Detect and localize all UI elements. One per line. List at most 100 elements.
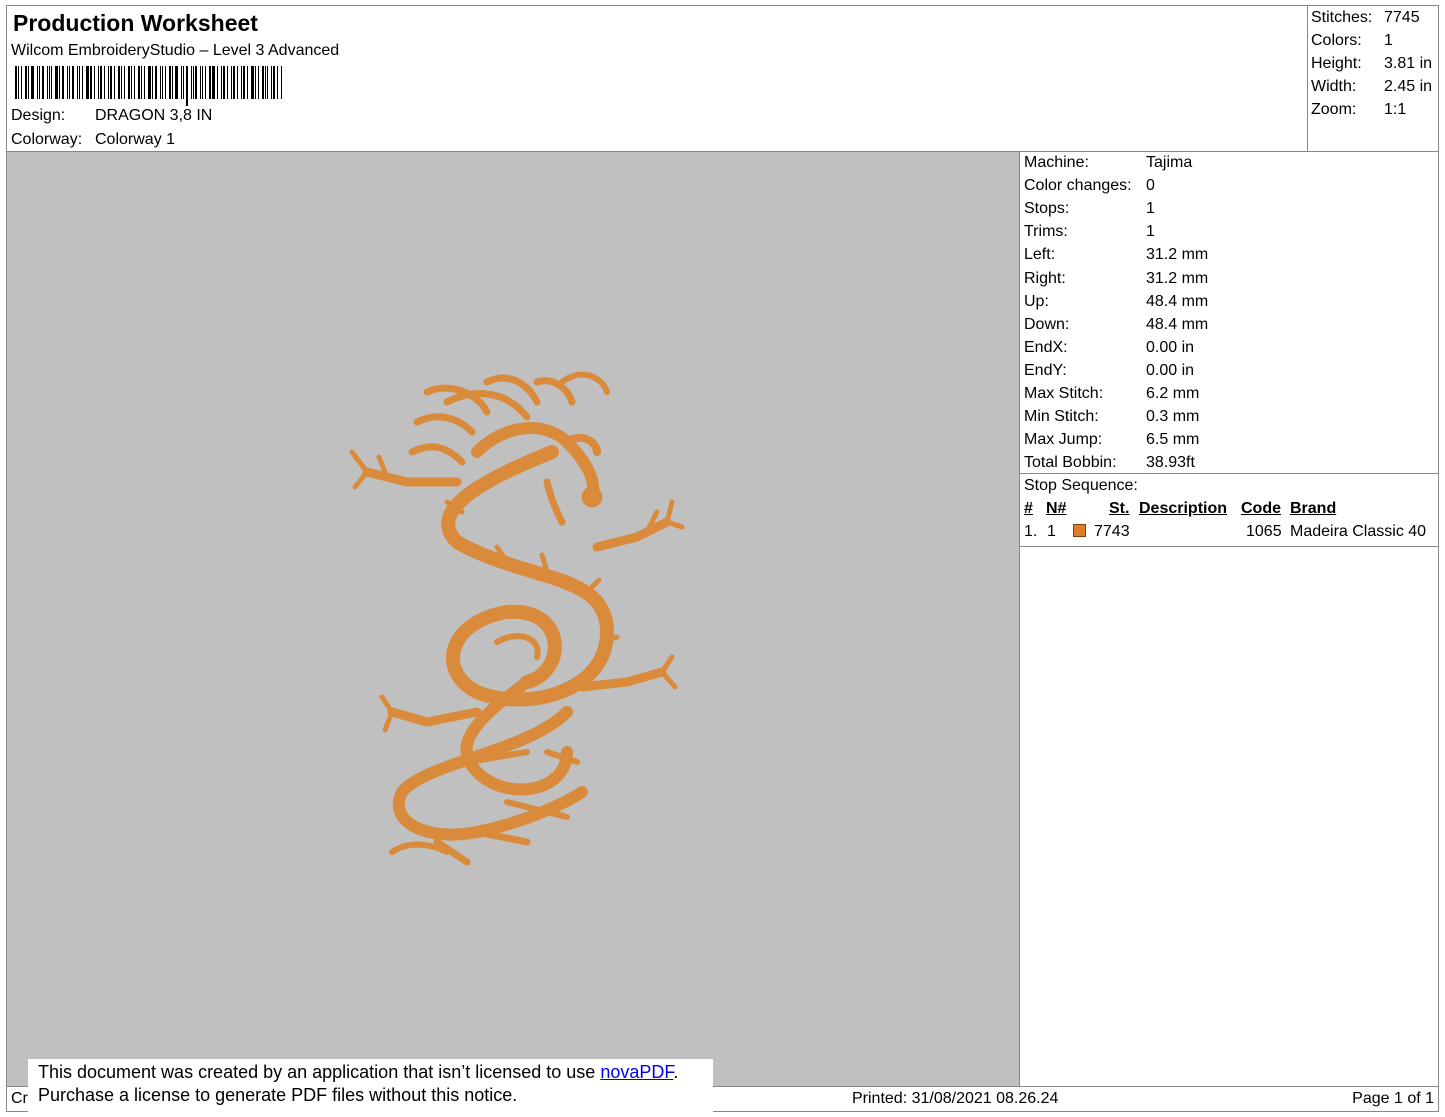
colorway-label: Colorway: xyxy=(11,131,83,148)
barcode-bar xyxy=(246,66,248,99)
row-stitches: 7743 xyxy=(1094,523,1130,540)
machine-stat-value: 1 xyxy=(1146,200,1155,218)
row-index: 1. xyxy=(1024,523,1038,540)
summary-value: 7745 xyxy=(1384,9,1420,26)
barcode-bar xyxy=(121,66,123,99)
barcode-bar xyxy=(164,66,166,99)
barcode-bar xyxy=(97,66,99,99)
machine-stat-label: Stops: xyxy=(1024,200,1070,218)
barcode-bar xyxy=(171,66,173,99)
barcode-bar xyxy=(69,66,71,99)
barcode-bar xyxy=(86,66,89,99)
barcode-bar xyxy=(17,66,19,99)
machine-stat-value: 31.2 mm xyxy=(1146,269,1209,287)
machine-stat-label: Machine: xyxy=(1024,154,1089,171)
barcode-bar xyxy=(148,66,152,99)
machine-stat-label: Left: xyxy=(1024,246,1056,264)
summary-label: Colors: xyxy=(1311,32,1362,49)
barcode-bar xyxy=(113,66,115,99)
summary-value: 1 xyxy=(1384,32,1393,49)
stop-sequence: Stop Sequence: # N# St. Description Code… xyxy=(1020,473,1439,547)
summary-label: Zoom: xyxy=(1311,101,1357,118)
barcode-bar xyxy=(89,66,92,99)
barcode-bar xyxy=(131,66,133,99)
summary-label: Height: xyxy=(1311,55,1362,72)
barcode-bar xyxy=(20,66,22,99)
barcode-bar xyxy=(182,66,184,99)
machine-stat-label: Total Bobbin: xyxy=(1024,454,1117,472)
machine-stat-value: 48.4 mm xyxy=(1146,315,1209,333)
machine-stat-label: Down: xyxy=(1024,315,1070,333)
machine-stat-label: Trims: xyxy=(1024,223,1068,241)
design-value: DRAGON 3,8 IN xyxy=(95,107,213,124)
barcode-bar xyxy=(15,66,17,99)
machine-stat-row: Machine: Tajima xyxy=(1024,154,1192,172)
machine-stat-row: Trims: 1 xyxy=(1024,223,1155,241)
barcode-bar xyxy=(267,66,269,99)
machine-stat-value: 6.2 mm xyxy=(1146,385,1200,402)
barcode-bar xyxy=(82,66,84,99)
machine-stat-row: Up: 48.4 mm xyxy=(1024,292,1208,311)
barcode-bar xyxy=(212,66,216,99)
barcode-bar xyxy=(152,66,154,99)
barcode-bar xyxy=(271,66,273,99)
barcode-bar xyxy=(223,66,226,99)
barcode-bar xyxy=(261,66,264,99)
barcode-bar xyxy=(185,66,188,106)
machine-stat-row: Max Stitch: 6.2 mm xyxy=(1024,385,1199,403)
barcode-bar xyxy=(30,66,34,99)
machine-stat-row: Color changes: 0 xyxy=(1024,177,1155,195)
summary-value: 2.45 in xyxy=(1384,78,1433,95)
license-notice: This document was created by an applicat… xyxy=(28,1059,713,1113)
summary-row: Width: 2.45 in xyxy=(1311,78,1432,96)
barcode-bar xyxy=(236,66,238,99)
barcode-bar xyxy=(277,66,279,99)
machine-stat-label: Color changes: xyxy=(1024,177,1132,195)
barcode-bar xyxy=(168,66,171,99)
barcode-bar xyxy=(159,66,161,99)
barcode-bar xyxy=(41,66,44,99)
machine-stat-row: Down: 48.4 mm xyxy=(1024,315,1208,334)
barcode-bar xyxy=(117,66,121,99)
machine-stat-value: 48.4 mm xyxy=(1146,292,1209,310)
barcode-bar xyxy=(205,66,207,99)
machine-stat-label: Min Stitch: xyxy=(1024,408,1099,426)
thread-color-swatch xyxy=(1073,524,1086,537)
software-name: Wilcom EmbroideryStudio – Level 3 Advanc… xyxy=(11,42,340,59)
barcode-bar xyxy=(138,66,141,99)
barcode-bar xyxy=(180,66,182,99)
machine-stat-row: Max Jump: 6.5 mm xyxy=(1024,431,1199,449)
column-brand: Brand xyxy=(1290,500,1337,517)
barcode-bar xyxy=(242,66,245,99)
barcode-bar xyxy=(232,66,235,99)
machine-stat-value: 0.00 in xyxy=(1146,338,1195,356)
barcode-bar xyxy=(227,66,228,99)
barcode-bar xyxy=(202,66,204,99)
barcode-bar xyxy=(257,66,259,99)
machine-stat-label: Up: xyxy=(1024,292,1049,310)
notice-prefix: This document was created by an applicat… xyxy=(38,1062,601,1082)
novapdf-link[interactable]: novaPDF xyxy=(600,1062,673,1082)
machine-stat-value: 0.3 mm xyxy=(1146,408,1200,426)
barcode-bar xyxy=(134,66,136,99)
barcode-bar xyxy=(27,66,29,99)
summary-row: Stitches: 7745 xyxy=(1311,9,1420,27)
barcode-bar xyxy=(195,66,198,99)
barcode-bar xyxy=(48,66,50,99)
barcode-bar xyxy=(107,66,109,99)
column-code: Code xyxy=(1241,500,1281,517)
barcode-bar xyxy=(254,66,256,99)
machine-stat-value: 6.5 mm xyxy=(1146,431,1200,449)
machine-stat-row: Stops: 1 xyxy=(1024,200,1155,218)
machine-stat-value: 0.00 in xyxy=(1146,361,1195,379)
summary-value: 3.81 in xyxy=(1384,55,1433,72)
summary-label: Width: xyxy=(1311,78,1357,95)
machine-stats: Machine: Tajima Color changes: 0 Stops: 1 Trim… xyxy=(1020,151,1439,474)
footer-left-text: Cr xyxy=(11,1090,28,1107)
design-row: Design: DRAGON 3,8 IN xyxy=(11,107,212,125)
barcode-bar xyxy=(62,66,65,99)
column-description: Description xyxy=(1139,500,1228,517)
printed-date: Printed: 31/08/2021 08.26.24 xyxy=(852,1090,1059,1107)
barcode-bar xyxy=(250,66,254,99)
barcode-bar xyxy=(55,66,59,99)
